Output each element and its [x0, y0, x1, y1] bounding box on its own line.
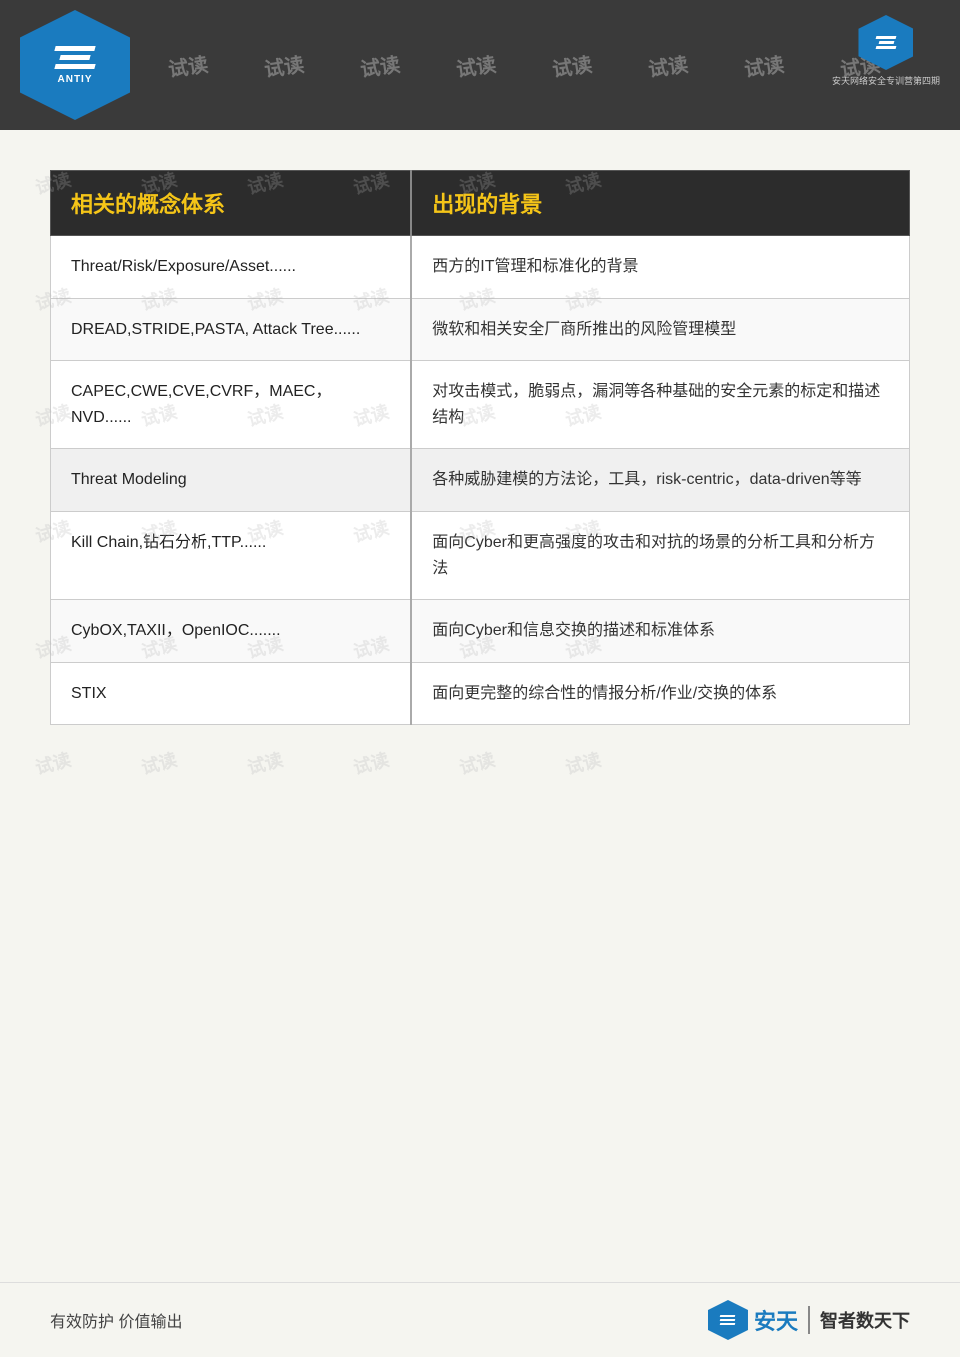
table-row-4: Threat Modeling各种威胁建模的方法论，工具，risk-centri… [51, 449, 910, 512]
footer-brand-divider [808, 1306, 810, 1334]
right-logo-line-3 [876, 46, 897, 49]
table-header-row: 相关的概念体系 出现的背景 [51, 171, 910, 236]
footer-logo-lines [720, 1315, 735, 1325]
table-row-7: STIX面向更完整的综合性的情报分析/作业/交换的体系 [51, 662, 910, 725]
cell-col2-5: 面向Cyber和更高强度的攻击和对抗的场景的分析工具和分析方法 [411, 511, 909, 599]
header-watermarks: 试读 试读 试读 试读 试读 试读 试读 试读 [0, 0, 960, 130]
footer: 有效防护 价值输出 安天 智者数天下 [0, 1282, 960, 1357]
table-body: Threat/Risk/Exposure/Asset......西方的IT管理和… [51, 236, 910, 725]
header-wm-4: 试读 [426, 44, 525, 86]
right-logo-hex [858, 15, 913, 70]
header-wm-6: 试读 [618, 44, 717, 86]
cell-col1-4: Threat Modeling [51, 449, 412, 512]
cell-col2-2: 微软和相关安全厂商所推出的风险管理模型 [411, 298, 909, 361]
footer-left-text: 有效防护 价值输出 [50, 1308, 182, 1332]
footer-logo-hex [708, 1300, 748, 1340]
footer-logo-line-2 [720, 1319, 736, 1321]
col1-header: 相关的概念体系 [51, 171, 412, 236]
right-logo-line-1 [876, 36, 897, 39]
table-row-6: CybOX,TAXII，OpenIOC.......面向Cyber和信息交换的描… [51, 600, 910, 663]
header-wm-1: 试读 [138, 44, 237, 86]
footer-right: 安天 智者数天下 [708, 1300, 910, 1340]
right-logo-subtitle: 安天网络安全专训营第四期 [832, 74, 940, 87]
footer-logo-line-3 [720, 1323, 736, 1325]
header-wm-3: 试读 [330, 44, 429, 86]
table-row-2: DREAD,STRIDE,PASTA, Attack Tree......微软和… [51, 298, 910, 361]
header-wm-7: 试读 [714, 44, 813, 86]
main-content: 相关的概念体系 出现的背景 Threat/Risk/Exposure/Asset… [0, 130, 960, 1357]
header-right-logo: 安天网络安全专训营第四期 [832, 15, 940, 87]
cell-col1-7: STIX [51, 662, 412, 725]
cell-col2-1: 西方的IT管理和标准化的背景 [411, 236, 909, 299]
table-row-1: Threat/Risk/Exposure/Asset......西方的IT管理和… [51, 236, 910, 299]
cell-col2-3: 对攻击模式，脆弱点，漏洞等各种基础的安全元素的标定和描述结构 [411, 361, 909, 449]
footer-logo-line-1 [720, 1315, 736, 1317]
right-logo-inner [876, 36, 896, 49]
col2-header: 出现的背景 [411, 171, 909, 236]
cell-col1-6: CybOX,TAXII，OpenIOC....... [51, 600, 412, 663]
table-row-3: CAPEC,CWE,CVE,CVRF，MAEC，NVD......对攻击模式，脆… [51, 361, 910, 449]
right-logo-line-2 [879, 41, 895, 44]
cell-col2-4: 各种威胁建模的方法论，工具，risk-centric，data-driven等等 [411, 449, 909, 512]
cell-col1-2: DREAD,STRIDE,PASTA, Attack Tree...... [51, 298, 412, 361]
header: ANTIY 试读 试读 试读 试读 试读 试读 试读 试读 安天网络安全专训营第… [0, 0, 960, 130]
main-table: 相关的概念体系 出现的背景 Threat/Risk/Exposure/Asset… [50, 170, 910, 725]
footer-brand-subtitle: 智者数天下 [820, 1307, 910, 1333]
table-row-5: Kill Chain,钻石分析,TTP......面向Cyber和更高强度的攻击… [51, 511, 910, 599]
cell-col2-6: 面向Cyber和信息交换的描述和标准体系 [411, 600, 909, 663]
header-wm-2: 试读 [234, 44, 333, 86]
footer-brand-main: 安天 [754, 1304, 798, 1336]
header-wm-5: 试读 [522, 44, 621, 86]
cell-col1-1: Threat/Risk/Exposure/Asset...... [51, 236, 412, 299]
cell-col2-7: 面向更完整的综合性的情报分析/作业/交换的体系 [411, 662, 909, 725]
cell-col1-5: Kill Chain,钻石分析,TTP...... [51, 511, 412, 599]
cell-col1-3: CAPEC,CWE,CVE,CVRF，MAEC，NVD...... [51, 361, 412, 449]
